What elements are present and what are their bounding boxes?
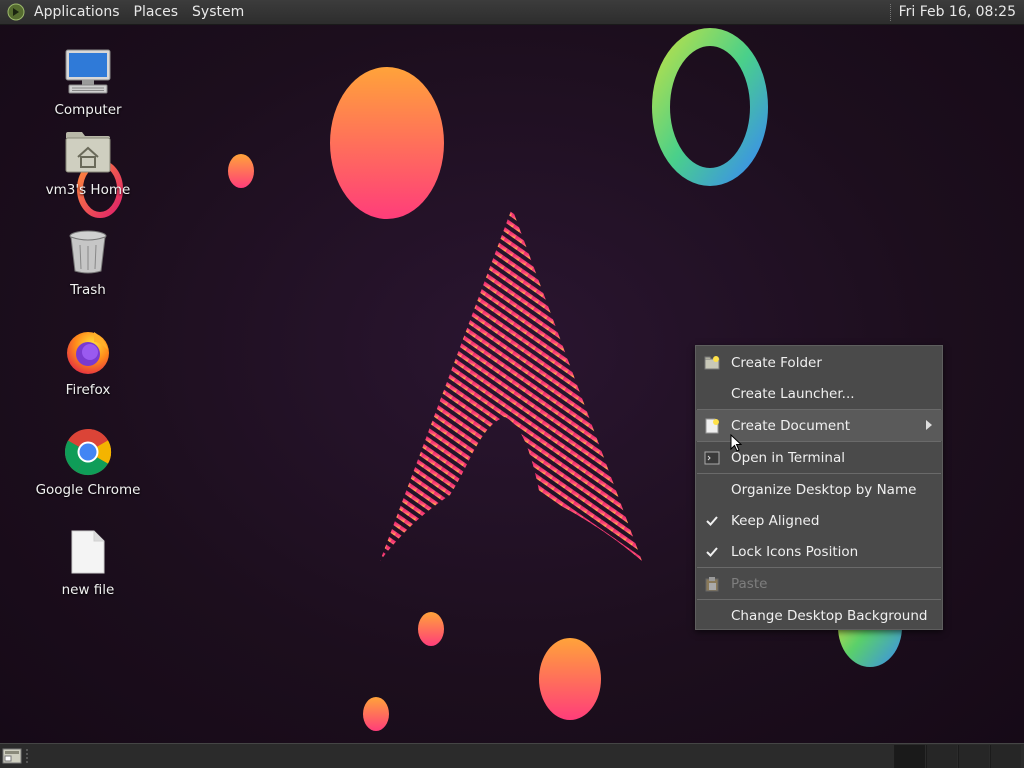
menu-item-label: Create Launcher... [731,385,855,402]
firefox-icon [61,325,115,379]
desktop-icon-home[interactable]: vm3's Home [28,125,148,198]
mouse-cursor-icon [730,434,742,452]
desktop-icon-label: Google Chrome [35,482,141,498]
desktop-icon-computer[interactable]: Computer [28,45,148,118]
menu-item-keep-aligned[interactable]: Keep Aligned [696,505,942,536]
trash-icon [61,225,115,279]
desktop-icon-new-file[interactable]: new file [28,525,148,598]
desktop-icon-label: Firefox [65,382,111,398]
menu-item-label: Change Desktop Background [731,607,928,624]
desktop-icon-label: vm3's Home [45,182,131,198]
menu-item-label: Paste [731,575,768,592]
workspace-3[interactable] [958,745,989,768]
menu-item-lock-icons[interactable]: Lock Icons Position [696,536,942,567]
menu-item-create-folder[interactable]: Create Folder [696,347,942,378]
bottom-panel [0,743,1024,768]
panel-separator [889,3,893,21]
desktop-context-menu: Create Folder Create Launcher... Create … [695,345,943,630]
menu-item-organize-desktop[interactable]: Organize Desktop by Name [696,474,942,505]
desktop-icon-label: Computer [54,102,122,118]
menu-item-label: Organize Desktop by Name [731,481,917,498]
check-icon [704,513,720,529]
places-menu[interactable]: Places [127,0,186,25]
desktop-icon-firefox[interactable]: Firefox [28,325,148,398]
desktop-icon-trash[interactable]: Trash [28,225,148,298]
computer-icon [61,45,115,99]
home-folder-icon [61,125,115,179]
terminal-icon [704,450,720,466]
paste-icon [704,576,720,592]
workspace-4[interactable] [990,745,1021,768]
chrome-icon [61,425,115,479]
file-icon [61,525,115,579]
distro-logo-icon[interactable] [5,1,27,23]
menu-item-change-background[interactable]: Change Desktop Background [696,600,942,631]
system-menu[interactable]: System [185,0,251,25]
menu-item-create-launcher[interactable]: Create Launcher... [696,378,942,409]
check-icon [704,544,720,560]
menu-item-label: Open in Terminal [731,449,845,466]
desktop-icon-label: Trash [70,282,106,298]
desktop-icon-label: new file [61,582,115,598]
document-new-icon [704,418,720,434]
clock[interactable]: Fri Feb 16, 08:25 [899,4,1016,20]
top-panel: Applications Places System Fri Feb 16, 0… [0,0,1024,25]
workspace-1[interactable] [894,745,925,768]
desktop-icon-chrome[interactable]: Google Chrome [28,425,148,498]
submenu-arrow-icon [926,420,932,430]
menu-item-label: Create Folder [731,354,822,371]
panel-handle[interactable] [26,749,30,763]
folder-new-icon [704,355,720,371]
menu-item-label: Keep Aligned [731,512,820,529]
menu-item-label: Lock Icons Position [731,543,859,560]
menu-item-label: Create Document [731,417,851,434]
applications-menu[interactable]: Applications [27,0,127,25]
workspace-2[interactable] [926,745,957,768]
menu-item-paste: Paste [696,568,942,599]
show-desktop-icon[interactable] [2,747,22,765]
